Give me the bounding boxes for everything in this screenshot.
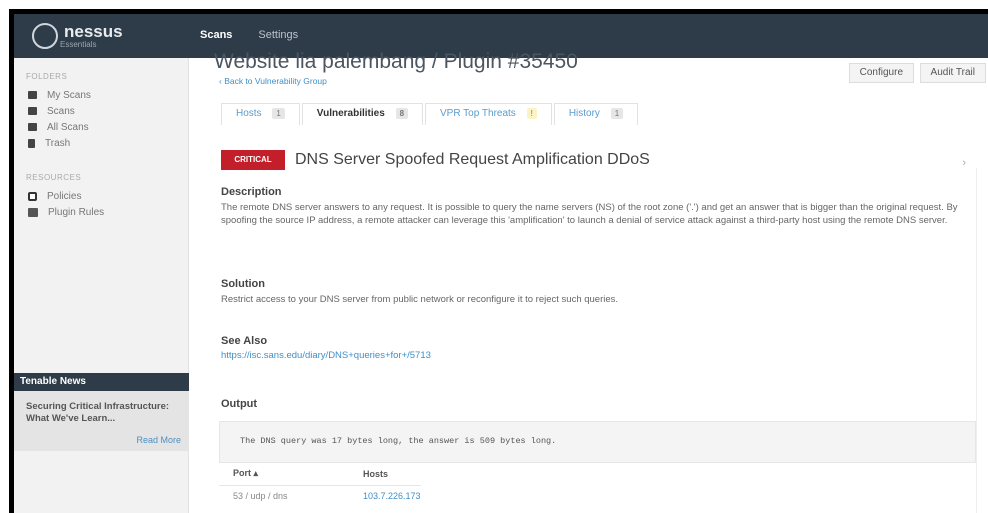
top-nav: Scans Settings xyxy=(200,29,298,41)
description-text: The remote DNS server answers to any req… xyxy=(221,202,958,226)
solution-section: Solution Restrict access to your DNS ser… xyxy=(221,278,974,306)
resources-heading: RESOURCES xyxy=(26,173,82,182)
sidebar-item-my-scans[interactable]: My Scans xyxy=(14,87,188,103)
tab-vulnerabilities[interactable]: Vulnerabilities 8 xyxy=(301,103,424,125)
nessus-logo[interactable]: nessus Essentials xyxy=(32,23,123,49)
see-also-title: See Also xyxy=(221,335,268,347)
description-title: Description xyxy=(221,186,282,198)
tab-label: VPR Top Threats xyxy=(440,108,516,119)
read-more-link[interactable]: Read More xyxy=(136,435,181,445)
tab-history[interactable]: History 1 xyxy=(553,103,639,125)
right-panel-edge xyxy=(976,168,988,513)
back-link[interactable]: ‹ Back to Vulnerability Group xyxy=(219,76,327,86)
solution-text: Restrict access to your DNS server from … xyxy=(221,294,619,305)
sidebar-item-policies[interactable]: Policies xyxy=(14,188,188,204)
plugin-rules-icon xyxy=(28,207,38,217)
solution-title: Solution xyxy=(221,278,265,290)
host-link[interactable]: 103.7.226.173 xyxy=(349,485,421,507)
main-content: Website lia palembang / Plugin #35450 ‹ … xyxy=(189,50,988,513)
see-also-section: See Also https://isc.sans.edu/diary/DNS+… xyxy=(221,335,974,361)
output-title: Output xyxy=(221,398,258,410)
sidebar-item-label: My Scans xyxy=(47,89,91,101)
tab-label: Hosts xyxy=(236,108,262,119)
output-box: The DNS query was 17 bytes long, the ans… xyxy=(219,421,976,463)
policy-icon xyxy=(28,191,37,201)
hosts-column-header: Hosts xyxy=(349,463,421,486)
collapse-icon[interactable]: › xyxy=(962,157,966,169)
table-row: 53 / udp / dns 103.7.226.173 xyxy=(219,485,421,507)
table-header-row: Port ▴ Hosts xyxy=(219,463,421,486)
see-also-link[interactable]: https://isc.sans.edu/diary/DNS+queries+f… xyxy=(221,350,974,361)
tab-count: ! xyxy=(526,108,537,119)
vulnerability-title: DNS Server Spoofed Request Amplification… xyxy=(295,151,650,168)
page-title: Website lia palembang / Plugin #35450 xyxy=(214,50,578,73)
app-window: nessus Essentials Scans Settings FOLDERS… xyxy=(9,9,988,513)
tabs: Hosts 1 Vulnerabilities 8 VPR Top Threat… xyxy=(221,103,640,125)
tab-vpr-top-threats[interactable]: VPR Top Threats ! xyxy=(425,103,552,125)
folder-icon xyxy=(28,107,37,115)
logo-ring-icon xyxy=(32,23,58,49)
output-text: The DNS query was 17 bytes long, the ans… xyxy=(240,436,557,446)
nav-scans[interactable]: Scans xyxy=(200,29,232,41)
tab-label: Vulnerabilities xyxy=(316,108,385,119)
output-section: Output xyxy=(221,398,974,413)
tab-count: 8 xyxy=(395,108,409,119)
logo-text: nessus xyxy=(64,21,123,41)
sidebar-item-scans[interactable]: Scans xyxy=(14,103,188,119)
nav-settings[interactable]: Settings xyxy=(258,29,298,41)
severity-badge: CRITICAL xyxy=(221,150,285,170)
sidebar-item-label: Plugin Rules xyxy=(48,206,105,218)
logo-subtext: Essentials xyxy=(60,39,97,49)
sidebar-item-plugin-rules[interactable]: Plugin Rules xyxy=(14,204,188,220)
folder-icon xyxy=(28,123,37,131)
sidebar: FOLDERS My Scans Scans All Scans Trash R… xyxy=(14,58,189,513)
trash-icon xyxy=(28,138,35,148)
tab-hosts[interactable]: Hosts 1 xyxy=(221,103,300,125)
tab-count: 1 xyxy=(272,108,285,119)
news-title[interactable]: Securing Critical Infrastructure: What W… xyxy=(26,401,177,425)
sidebar-item-label: Trash xyxy=(45,137,71,149)
configure-button[interactable]: Configure xyxy=(848,63,914,83)
audit-trail-button[interactable]: Audit Trail xyxy=(919,63,986,83)
news-heading: Tenable News xyxy=(14,373,189,391)
sidebar-item-all-scans[interactable]: All Scans xyxy=(14,119,188,135)
tab-count: 1 xyxy=(610,108,624,119)
port-cell: 53 / udp / dns xyxy=(233,491,288,502)
sidebar-item-label: All Scans xyxy=(47,121,89,133)
folders-heading: FOLDERS xyxy=(26,72,68,81)
vulnerability-header: CRITICAL DNS Server Spoofed Request Ampl… xyxy=(221,150,650,170)
tab-label: History xyxy=(568,108,600,119)
description-section: Description The remote DNS server answer… xyxy=(221,186,974,227)
sidebar-item-trash[interactable]: Trash xyxy=(14,135,188,151)
sidebar-item-label: Scans xyxy=(47,105,75,117)
port-column-header[interactable]: Port ▴ xyxy=(219,463,349,486)
ports-table: Port ▴ Hosts 53 / udp / dns 103.7.226.17… xyxy=(219,463,421,507)
news-card: Securing Critical Infrastructure: What W… xyxy=(14,391,189,451)
folder-icon xyxy=(28,91,37,99)
sidebar-item-label: Policies xyxy=(47,190,82,202)
